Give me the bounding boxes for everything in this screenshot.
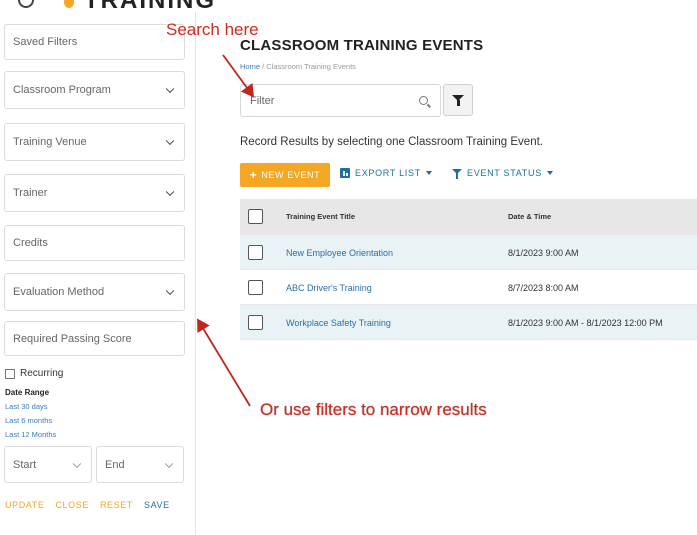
chart-icon (340, 168, 350, 178)
row-checkbox[interactable] (248, 280, 263, 295)
saved-filters-select[interactable]: Saved Filters (4, 24, 185, 60)
event-date: 8/1/2023 9:00 AM - 8/1/2023 12:00 PM (508, 318, 663, 328)
end-date-select[interactable]: End (96, 446, 184, 483)
event-title-link[interactable]: ABC Driver's Training (286, 283, 372, 293)
table-row[interactable]: ABC Driver's Training 8/7/2023 8:00 AM (240, 270, 697, 305)
instruction-text: Record Results by selecting one Classroo… (240, 136, 543, 148)
last-30-days-link[interactable]: Last 30 days (5, 402, 48, 411)
start-date-label: Start (13, 458, 37, 471)
plus-icon: + (249, 168, 258, 182)
column-header-title[interactable]: Training Event Title (286, 212, 355, 221)
caret-down-icon (546, 171, 553, 175)
caret-down-icon (425, 171, 432, 175)
reset-button[interactable]: RESET (100, 500, 133, 510)
row-checkbox[interactable] (248, 245, 263, 260)
event-title-link[interactable]: New Employee Orientation (286, 248, 393, 258)
save-button[interactable]: SAVE (144, 500, 170, 510)
funnel-icon (452, 95, 464, 106)
recurring-checkbox[interactable] (5, 368, 15, 379)
credits-placeholder: Credits (13, 237, 48, 249)
filter-sidebar: Saved Filters Classroom Program Training… (0, 12, 196, 535)
trainer-label: Trainer (13, 187, 48, 199)
search-input[interactable]: Filter (240, 84, 441, 117)
last-12-months-link[interactable]: Last 12 Months (5, 430, 56, 439)
logo-icon (18, 0, 34, 8)
event-status-button[interactable]: EVENT STATUS (452, 168, 553, 179)
chevron-down-icon (165, 84, 175, 94)
row-checkbox[interactable] (248, 315, 263, 330)
export-list-label: EXPORT LIST (355, 168, 421, 178)
sidebar-actions: UPDATE CLOSE RESET SAVE (5, 500, 170, 510)
event-date: 8/1/2023 9:00 AM (508, 248, 579, 258)
event-title-link[interactable]: Workplace Safety Training (286, 318, 391, 328)
top-header: TRAINING (0, 0, 697, 12)
page-title: CLASSROOM TRAINING EVENTS (240, 37, 484, 54)
update-button[interactable]: UPDATE (5, 500, 44, 510)
annotation-use-filters: Or use filters to narrow results (260, 400, 487, 419)
credits-input[interactable]: Credits (4, 225, 185, 261)
event-status-label: EVENT STATUS (467, 168, 542, 178)
new-event-button[interactable]: + NEW EVENT (240, 163, 330, 187)
search-icon[interactable] (419, 96, 428, 105)
event-date: 8/7/2023 8:00 AM (508, 283, 579, 293)
table-row[interactable]: Workplace Safety Training 8/1/2023 9:00 … (240, 305, 697, 340)
date-range-label: Date Range (5, 388, 50, 397)
saved-filters-label: Saved Filters (13, 36, 78, 48)
recurring-label: Recurring (20, 368, 64, 379)
chevron-down-icon (72, 459, 82, 468)
annotation-search-here: Search here (166, 20, 259, 39)
required-passing-score-placeholder: Required Passing Score (13, 332, 132, 345)
filter-toggle-button[interactable] (443, 84, 473, 116)
start-date-select[interactable]: Start (4, 446, 92, 483)
export-list-button[interactable]: EXPORT LIST (340, 168, 432, 178)
chevron-down-icon (165, 286, 175, 296)
trainer-select[interactable]: Trainer (4, 174, 185, 212)
training-venue-select[interactable]: Training Venue (4, 123, 185, 161)
flame-logo-icon (64, 0, 74, 8)
recurring-checkbox-row[interactable]: Recurring (5, 368, 63, 379)
chevron-down-icon (165, 187, 175, 197)
funnel-icon (452, 168, 462, 179)
breadcrumb-home-link[interactable]: Home (240, 62, 260, 71)
events-table: Training Event Title Date & Time New Emp… (240, 199, 697, 340)
training-venue-label: Training Venue (13, 136, 87, 148)
classroom-program-select[interactable]: Classroom Program (4, 71, 185, 109)
classroom-program-label: Classroom Program (13, 84, 111, 96)
evaluation-method-label: Evaluation Method (13, 286, 105, 298)
new-event-label: NEW EVENT (261, 170, 321, 180)
required-passing-score-input[interactable]: Required Passing Score (4, 321, 185, 356)
evaluation-method-select[interactable]: Evaluation Method (4, 273, 185, 311)
chevron-down-icon (164, 459, 174, 468)
chevron-down-icon (165, 136, 175, 146)
page: TRAINING Saved Filters Classroom Program… (0, 0, 697, 535)
table-header: Training Event Title Date & Time (240, 199, 697, 235)
last-6-months-link[interactable]: Last 6 months (5, 416, 52, 425)
table-row[interactable]: New Employee Orientation 8/1/2023 9:00 A… (240, 235, 697, 270)
select-all-checkbox[interactable] (248, 209, 263, 224)
column-header-date[interactable]: Date & Time (508, 212, 551, 221)
end-date-label: End (105, 458, 125, 471)
breadcrumb-current: Classroom Training Events (266, 62, 356, 71)
close-button[interactable]: CLOSE (55, 500, 89, 510)
breadcrumb: Home / Classroom Training Events (240, 62, 356, 71)
brand-title: TRAINING (84, 0, 216, 12)
search-input-placeholder: Filter (250, 94, 275, 107)
